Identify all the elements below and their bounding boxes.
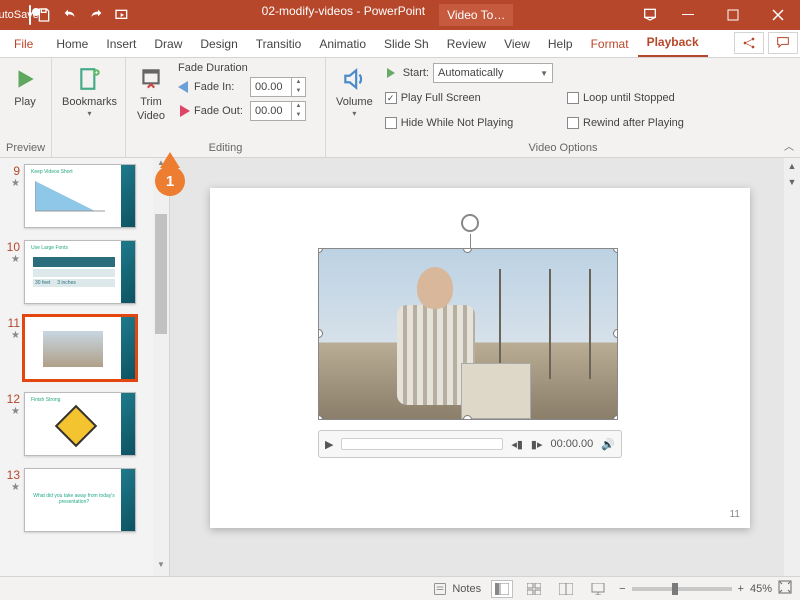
play-button[interactable]: Play — [6, 62, 44, 110]
maximize-button[interactable] — [710, 0, 755, 30]
thumbnail-9[interactable]: 9★ Keep Videos Short — [0, 158, 169, 234]
comments-button[interactable] — [768, 32, 798, 54]
fade-out-icon — [178, 105, 190, 117]
reading-view-icon[interactable] — [555, 580, 577, 598]
fade-out-label: Fade Out: — [194, 105, 246, 117]
video-play-icon[interactable]: ▶ — [325, 438, 333, 451]
zoom-in-icon[interactable]: + — [738, 583, 744, 595]
slide: 11 ▶ — [210, 188, 750, 528]
slide-thumbnail-panel: 9★ Keep Videos Short 10★ Use Large Fonts… — [0, 158, 170, 576]
thumbnail-scrollbar[interactable]: ▲ ▼ — [153, 158, 169, 576]
thumbnail-13[interactable]: 13★ What did you take away from today's … — [0, 462, 169, 538]
video-next-frame-icon[interactable]: ▮▸ — [531, 438, 543, 451]
fade-in-label: Fade In: — [194, 81, 246, 93]
start-dropdown[interactable]: Automatically▼ — [433, 63, 553, 83]
video-time: 00:00.00 — [550, 438, 593, 450]
video-object[interactable]: ▶ ◂▮ ▮▸ 00:00.00 🔊 — [318, 248, 622, 458]
video-prev-frame-icon[interactable]: ◂▮ — [511, 438, 523, 451]
rotate-handle[interactable] — [461, 214, 479, 232]
tab-insert[interactable]: Insert — [97, 31, 145, 57]
video-mute-icon[interactable]: 🔊 — [601, 438, 615, 451]
tab-draw[interactable]: Draw — [145, 31, 191, 57]
trim-video-button[interactable]: TrimVideo — [132, 62, 170, 124]
tab-format[interactable]: Format — [582, 31, 638, 57]
notes-button[interactable]: Notes — [432, 581, 481, 597]
collapse-ribbon-icon[interactable]: ︿ — [784, 138, 794, 153]
zoom-slider[interactable] — [632, 587, 732, 591]
fit-to-window-icon[interactable] — [778, 580, 792, 597]
tab-design[interactable]: Design — [191, 31, 246, 57]
volume-button[interactable]: Volume▾ — [332, 62, 377, 121]
fade-out-input[interactable]: 00.00▲▼ — [250, 101, 306, 121]
rewind-after-playing-checkbox[interactable]: Rewind after Playing — [567, 112, 684, 134]
undo-icon[interactable] — [60, 5, 80, 25]
ribbon-tabs: File Home Insert Draw Design Transitio A… — [0, 30, 800, 58]
tab-view[interactable]: View — [495, 31, 539, 57]
zoom-level[interactable]: 45% — [750, 583, 772, 595]
loop-until-stopped-checkbox[interactable]: Loop until Stopped — [567, 87, 684, 109]
callout-marker-1: 1 — [155, 148, 185, 196]
play-full-screen-checkbox[interactable]: ✓Play Full Screen — [385, 87, 553, 109]
tab-slideshow[interactable]: Slide Sh — [375, 31, 438, 57]
normal-view-icon[interactable] — [491, 580, 513, 598]
start-label: Start: — [403, 67, 429, 79]
slide-sorter-view-icon[interactable] — [523, 580, 545, 598]
contextual-tab-video-tools: Video To… — [439, 4, 513, 26]
thumbnail-12[interactable]: 12★ Finish Strong — [0, 386, 169, 462]
thumbnail-10[interactable]: 10★ Use Large Fonts 30 feet 3 inches — [0, 234, 169, 310]
document-title: 02-modify-videos - PowerPoint — [262, 4, 425, 26]
slideshow-view-icon[interactable] — [587, 580, 609, 598]
group-label-video-options: Video Options — [332, 140, 794, 156]
title-bar: AutoSave 02-modify-videos - PowerPoint V… — [0, 0, 800, 30]
canvas-scrollbar[interactable]: ▲▼ — [784, 158, 800, 576]
slide-canvas[interactable]: 11 ▶ — [170, 158, 800, 576]
tab-playback[interactable]: Playback — [638, 29, 708, 57]
start-from-beginning-icon[interactable] — [112, 5, 132, 25]
start-icon — [385, 66, 399, 80]
slide-number: 11 — [730, 509, 740, 520]
zoom-out-icon[interactable]: − — [619, 583, 625, 595]
minimize-button[interactable] — [665, 0, 710, 30]
tab-animations[interactable]: Animatio — [310, 31, 375, 57]
hide-while-not-playing-checkbox[interactable]: Hide While Not Playing — [385, 112, 553, 134]
redo-icon[interactable] — [86, 5, 106, 25]
video-progress[interactable] — [341, 438, 503, 450]
ribbon-display-options-icon[interactable] — [635, 6, 665, 25]
video-controls: ▶ ◂▮ ▮▸ 00:00.00 🔊 — [318, 430, 622, 458]
fade-duration-label: Fade Duration — [178, 62, 306, 74]
close-button[interactable] — [755, 0, 800, 30]
group-label-preview: Preview — [6, 140, 45, 156]
tab-file[interactable]: File — [0, 31, 47, 57]
thumbnail-11[interactable]: 11★ — [0, 310, 169, 386]
tab-home[interactable]: Home — [47, 31, 97, 57]
share-button[interactable] — [734, 32, 764, 54]
status-bar: Notes − + 45% — [0, 576, 800, 600]
bookmarks-button[interactable]: Bookmarks ▾ — [58, 62, 121, 121]
tab-review[interactable]: Review — [438, 31, 495, 57]
autosave-toggle[interactable]: AutoSave — [8, 5, 28, 25]
ribbon: Play Preview Bookmarks ▾ TrimVideo Fade … — [0, 58, 800, 158]
tab-transitions[interactable]: Transitio — [247, 31, 311, 57]
fade-in-input[interactable]: 00.00▲▼ — [250, 77, 306, 97]
tab-help[interactable]: Help — [539, 31, 582, 57]
fade-in-icon — [178, 81, 190, 93]
